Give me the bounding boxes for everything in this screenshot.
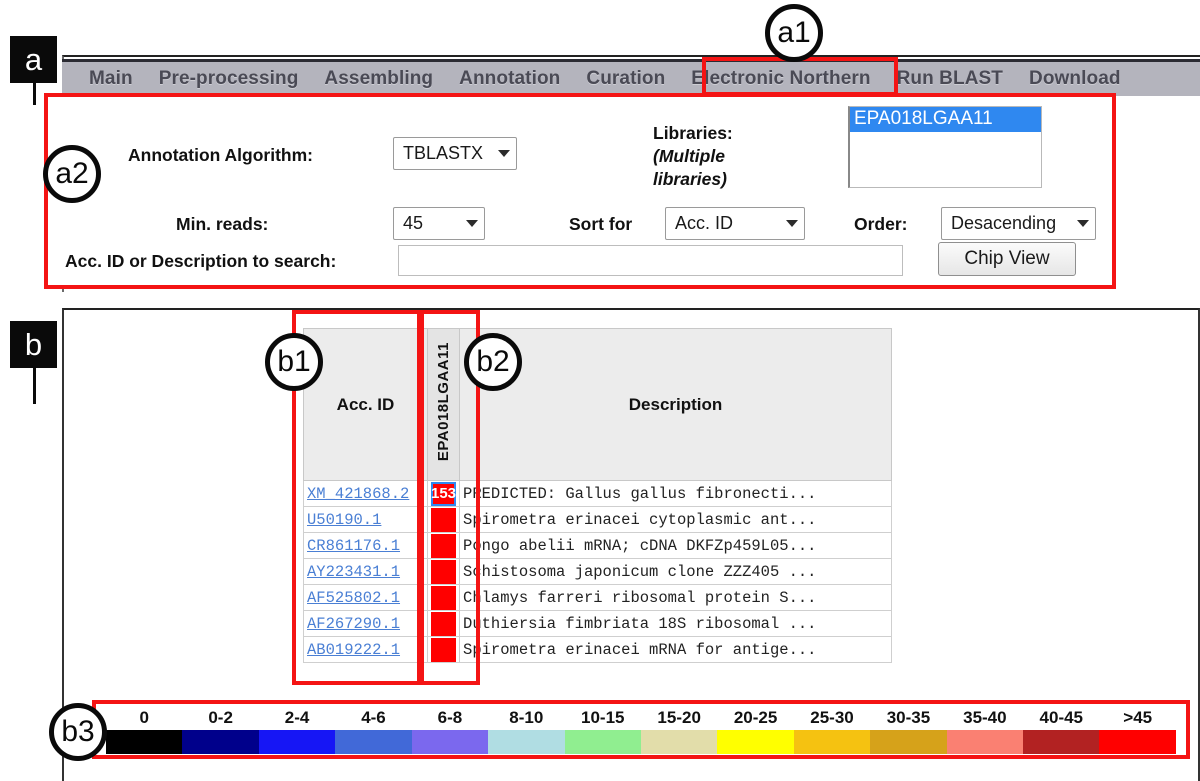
annotation-algorithm-value: TBLASTX — [403, 143, 484, 163]
chevron-down-icon — [1077, 220, 1089, 227]
legend-swatch — [793, 730, 871, 754]
annotation-algorithm-label: Annotation Algorithm: — [128, 145, 314, 165]
chevron-down-icon — [466, 220, 478, 227]
legend-swatch — [488, 730, 565, 754]
legend-label: 4-6 — [361, 708, 386, 727]
min-reads-label: Min. reads: — [176, 214, 269, 234]
search-input[interactable] — [398, 245, 903, 276]
cell-description: Schistosoma japonicum clone ZZZ405 ... — [459, 558, 893, 585]
legend-swatch — [258, 730, 336, 754]
legend-label: 30-35 — [886, 708, 931, 727]
legend-label: 40-45 — [1039, 708, 1084, 727]
legend-swatch — [182, 730, 259, 754]
legend-label: 15-20 — [657, 708, 701, 727]
libraries-label-line2: (Multiple — [653, 146, 725, 166]
chevron-down-icon — [786, 220, 798, 227]
legend-swatch — [564, 730, 641, 754]
annotation-leader-b — [33, 368, 36, 404]
legend-swatch — [640, 730, 718, 754]
min-reads-value: 45 — [403, 213, 424, 233]
annotation-callout-a2: a2 — [43, 145, 101, 203]
legend-swatch — [106, 730, 183, 754]
legend-label: 25-30 — [810, 708, 854, 727]
annotation-leader-a — [33, 83, 36, 105]
nav-item-annotation[interactable]: Annotation — [446, 66, 573, 92]
sort-for-label: Sort for — [569, 214, 633, 234]
nav-item-assembling[interactable]: Assembling — [311, 66, 446, 92]
legend-color-bars — [106, 730, 1176, 754]
order-select[interactable]: Desacending — [941, 207, 1096, 240]
legend-swatch — [870, 730, 947, 754]
nav-item-run-blast[interactable]: Run BLAST — [884, 66, 1016, 92]
color-scale-legend: 0 0-2 2-4 4-6 6-8 8-10 10-15 15-20 20-25 25-30 30-… — [92, 700, 1190, 759]
libraries-option-selected[interactable]: EPA018LGAA11 — [850, 107, 1041, 132]
cell-description: Duthiersia fimbriata 18S ribosomal ... — [459, 610, 893, 637]
order-value: Desacending — [951, 213, 1057, 233]
nav-item-curation[interactable]: Curation — [573, 66, 678, 92]
legend-label: 8-10 — [509, 708, 544, 727]
legend-swatch — [717, 730, 794, 754]
electronic-northern-form: Annotation Algorithm: TBLASTX Libraries:… — [44, 93, 1116, 289]
annotation-marker-a: a — [10, 36, 57, 83]
legend-swatch — [1099, 730, 1176, 754]
cell-description: Spirometra erinacei mRNA for antige... — [459, 636, 893, 663]
annotation-callout-b3: b3 — [49, 703, 107, 761]
nav-item-main[interactable]: Main — [76, 66, 146, 92]
legend-label: 0 — [139, 708, 149, 727]
legend-swatch — [946, 730, 1024, 754]
header-description[interactable]: Description — [459, 328, 893, 481]
annotation-algorithm-select[interactable]: TBLASTX — [393, 137, 517, 170]
libraries-listbox[interactable]: EPA018LGAA11 — [848, 106, 1042, 188]
cell-description: Spirometra erinacei cytoplasmic ant... — [459, 506, 893, 533]
legend-swatch — [335, 730, 412, 754]
legend-label: 35-40 — [963, 708, 1007, 727]
cell-description: Chlamys farreri ribosomal protein S... — [459, 584, 893, 611]
legend-label: 6-8 — [437, 708, 463, 727]
legend-swatch — [1023, 730, 1100, 754]
annotation-box-a1 — [702, 57, 898, 96]
annotation-marker-b: b — [10, 321, 57, 368]
chip-view-button[interactable]: Chip View — [938, 242, 1076, 276]
order-label: Order: — [854, 214, 908, 234]
sort-for-value: Acc. ID — [675, 213, 734, 233]
legend-label: 2-4 — [284, 708, 310, 727]
cell-description: Pongo abelii mRNA; cDNA DKFZp459L05... — [459, 532, 893, 559]
annotation-callout-a1: a1 — [765, 4, 823, 62]
sort-for-select[interactable]: Acc. ID — [665, 207, 805, 240]
legend-label: >45 — [1123, 708, 1153, 727]
legend-swatch — [411, 730, 489, 754]
min-reads-select[interactable]: 45 — [393, 207, 485, 240]
main-navigation-bar: Main Pre-processing Assembling Annotation Cu… — [62, 59, 1200, 96]
search-label: Acc. ID or Description to search: — [65, 251, 337, 271]
cell-description: PREDICTED: Gallus gallus fibronecti... — [459, 480, 893, 507]
libraries-label-line1: Libraries: — [653, 123, 733, 143]
libraries-label-line3: libraries) — [653, 169, 727, 189]
legend-label: 10-15 — [581, 708, 625, 727]
nav-item-download[interactable]: Download — [1016, 66, 1134, 92]
annotation-callout-b1: b1 — [265, 333, 323, 391]
chevron-down-icon — [498, 150, 510, 157]
screenshot-root: Main Pre-processing Assembling Annotation Cu… — [0, 0, 1200, 781]
legend-label: 0-2 — [208, 708, 233, 727]
annotation-callout-b2: b2 — [464, 333, 522, 391]
legend-label: 20-25 — [733, 708, 778, 727]
nav-item-pre-processing[interactable]: Pre-processing — [146, 66, 312, 92]
legend-labels-row: 0 0-2 2-4 4-6 6-8 8-10 10-15 15-20 20-25 25-30 30-… — [96, 704, 1186, 730]
